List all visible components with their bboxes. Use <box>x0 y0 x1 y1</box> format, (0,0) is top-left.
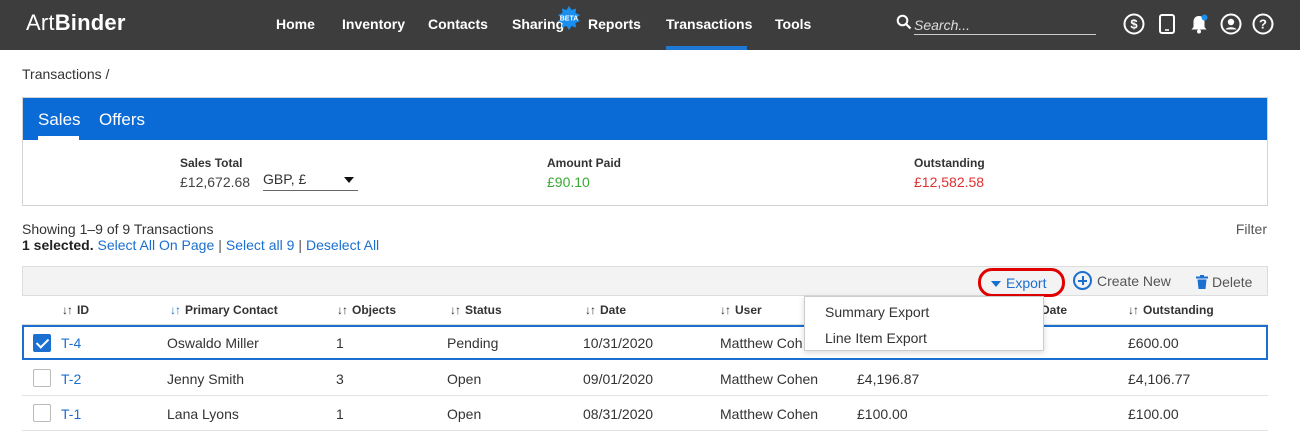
tabs-bar: Sales Offers <box>23 98 1267 140</box>
active-tab-indicator <box>38 136 79 140</box>
nav-inventory[interactable]: Inventory <box>342 16 405 32</box>
sales-total-label: Sales Total <box>180 156 243 170</box>
bell-icon[interactable] <box>1188 13 1210 35</box>
row-checkbox[interactable] <box>33 334 51 352</box>
deselect-all-link[interactable]: Deselect All <box>306 237 379 253</box>
export-label: Export <box>1006 275 1047 291</box>
row-user: Matthew Cohen <box>720 371 819 387</box>
search-icon[interactable] <box>896 14 912 30</box>
user-icon[interactable] <box>1220 13 1242 35</box>
beta-badge-text: BETA <box>560 16 579 23</box>
currency-select[interactable]: GBP, £ <box>263 171 358 191</box>
select-all-on-page-link[interactable]: Select All On Page <box>98 237 215 253</box>
table-header: ↓↑ ID ↓↑ Primary Contact ↓↑ Objects ↓↑ Statu… <box>22 296 1268 325</box>
outstanding-label: Outstanding <box>914 156 985 170</box>
column-header-date-2[interactable]: Date <box>1041 303 1067 317</box>
row-status: Open <box>447 406 482 422</box>
column-header-id[interactable]: ↓↑ ID <box>62 303 89 317</box>
menu-item-line-item-export[interactable]: Line Item Export <box>825 330 927 346</box>
row-checkbox[interactable] <box>33 404 51 422</box>
breadcrumb[interactable]: Transactions / <box>22 66 109 82</box>
nav-home[interactable]: Home <box>276 16 315 32</box>
amount-paid-label: Amount Paid <box>547 156 621 170</box>
export-dropdown-menu: Summary Export Line Item Export <box>804 296 1044 351</box>
filter-button[interactable]: Filter <box>1236 221 1267 237</box>
currency-select-value: GBP, £ <box>263 171 307 187</box>
column-header-objects[interactable]: ↓↑ Objects <box>337 303 396 317</box>
row-outstanding: £100.00 <box>1128 406 1179 422</box>
caret-down-icon <box>991 281 1001 287</box>
transactions-summary-panel: Sales Offers Sales Total £12,672.68 GBP,… <box>22 97 1268 206</box>
top-navigation-bar: ArtBinder Home Inventory Contacts Sharin… <box>0 0 1300 50</box>
row-user: Matthew Cohen <box>720 406 819 422</box>
table-row[interactable]: T-4 Oswaldo Miller 1 Pending 10/31/2020 … <box>22 325 1268 360</box>
export-button[interactable]: Export <box>978 268 1065 297</box>
row-contact: Oswaldo Miller <box>167 335 259 351</box>
plus-circle-icon <box>1073 271 1092 290</box>
nav-tools[interactable]: Tools <box>775 16 811 32</box>
row-outstanding: £600.00 <box>1128 335 1179 351</box>
row-user: Matthew Coh <box>720 335 803 351</box>
help-icon[interactable]: ? <box>1252 13 1274 35</box>
row-status: Pending <box>447 335 499 351</box>
table-row[interactable]: T-2 Jenny Smith 3 Open 09/01/2020 Matthe… <box>22 361 1268 396</box>
trash-icon <box>1196 275 1208 289</box>
row-outstanding: £4,106.77 <box>1128 371 1191 387</box>
row-date: 09/01/2020 <box>583 371 654 387</box>
row-id[interactable]: T-1 <box>61 406 81 422</box>
row-checkbox[interactable] <box>33 369 51 387</box>
artbinder-logo[interactable]: ArtBinder <box>26 10 126 36</box>
tablet-icon[interactable] <box>1156 13 1178 35</box>
delete-button[interactable]: Delete <box>1196 274 1252 290</box>
delete-label: Delete <box>1212 274 1253 290</box>
row-date: 08/31/2020 <box>583 406 654 422</box>
tab-offers[interactable]: Offers <box>99 110 145 130</box>
row-contact: Lana Lyons <box>167 406 239 422</box>
selection-bar: 1 selected. Select All On Page | Select al… <box>22 237 380 253</box>
nav-contacts[interactable]: Contacts <box>428 16 488 32</box>
beta-badge: BETA <box>558 6 580 30</box>
selected-count: 1 selected. <box>22 237 94 253</box>
nav-transactions[interactable]: Transactions <box>666 16 752 32</box>
row-date: 10/31/2020 <box>583 335 654 351</box>
nav-active-indicator <box>666 46 747 50</box>
svg-text:?: ? <box>1259 17 1267 32</box>
outstanding-value: £12,582.58 <box>914 174 985 190</box>
row-amount: £4,196.87 <box>857 371 920 387</box>
showing-count: Showing 1–9 of 9 Transactions <box>22 221 214 237</box>
row-objects: 3 <box>336 371 344 387</box>
sales-total-value: £12,672.68 <box>180 174 251 190</box>
select-all-link[interactable]: Select all 9 <box>226 237 294 253</box>
column-header-date[interactable]: ↓↑ Date <box>585 303 626 317</box>
amount-paid-value: £90.10 <box>547 174 590 190</box>
search-input[interactable] <box>914 15 1096 35</box>
row-id[interactable]: T-4 <box>61 335 81 351</box>
row-objects: 1 <box>336 406 344 422</box>
dollar-icon[interactable]: $ <box>1123 13 1145 35</box>
column-header-primary-contact[interactable]: ↓↑ Primary Contact <box>170 303 278 317</box>
create-new-label: Create New <box>1097 273 1171 290</box>
svg-text:$: $ <box>1130 17 1138 32</box>
menu-item-summary-export[interactable]: Summary Export <box>825 304 929 320</box>
caret-down-icon <box>344 177 354 183</box>
create-new-button[interactable]: Create New <box>1073 271 1171 292</box>
row-amount: £100.00 <box>857 406 908 422</box>
nav-reports[interactable]: Reports <box>588 16 641 32</box>
column-header-status[interactable]: ↓↑ Status <box>450 303 502 317</box>
column-header-outstanding[interactable]: ↓↑ Outstanding <box>1128 303 1214 317</box>
row-id[interactable]: T-2 <box>61 371 81 387</box>
tab-sales[interactable]: Sales <box>38 110 81 130</box>
row-contact: Jenny Smith <box>167 371 245 387</box>
row-objects: 1 <box>336 335 344 351</box>
row-status: Open <box>447 371 482 387</box>
column-header-user[interactable]: ↓↑ User <box>720 303 762 317</box>
table-row[interactable]: T-1 Lana Lyons 1 Open 08/31/2020 Matthew… <box>22 396 1268 431</box>
